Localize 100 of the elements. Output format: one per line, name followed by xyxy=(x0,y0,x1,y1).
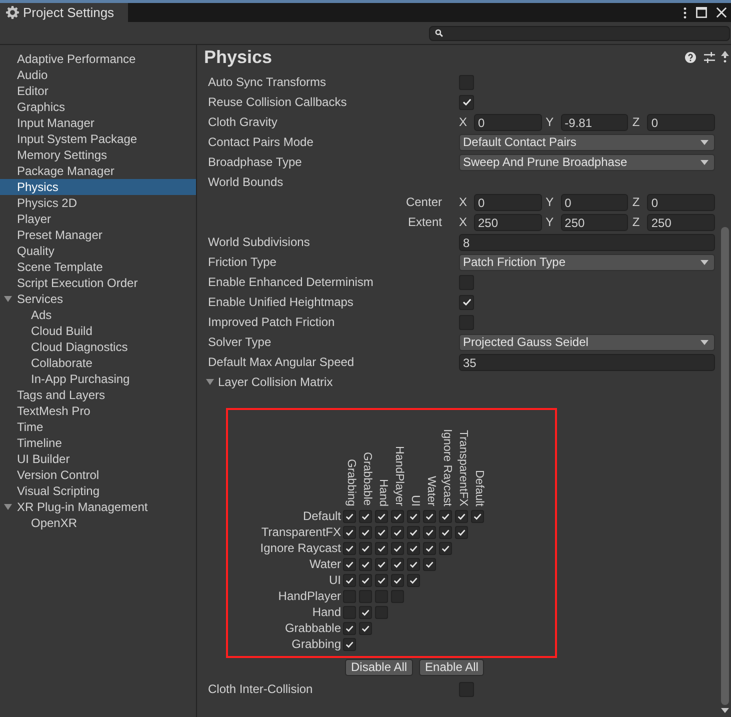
sidebar-item[interactable]: Player xyxy=(0,211,196,227)
sidebar-item[interactable]: Quality xyxy=(0,243,196,259)
expand-arrow-icon[interactable] xyxy=(4,503,12,511)
sidebar-item[interactable]: Script Execution Order xyxy=(0,275,196,291)
matrix-button[interactable]: Enable All xyxy=(419,659,484,676)
checkbox[interactable] xyxy=(391,574,404,586)
checkbox[interactable] xyxy=(391,526,404,538)
checkbox[interactable] xyxy=(343,638,356,650)
checkbox[interactable] xyxy=(343,542,356,554)
checkbox[interactable] xyxy=(423,526,436,538)
number-field[interactable]: 35 xyxy=(459,354,715,370)
sidebar-item[interactable]: Preset Manager xyxy=(0,227,196,243)
checkbox[interactable] xyxy=(455,510,468,522)
dropdown[interactable]: Default Contact Pairs xyxy=(459,134,715,150)
sidebar-item[interactable]: Ads xyxy=(0,307,196,323)
sidebar-item[interactable]: Graphics xyxy=(0,99,196,115)
sidebar-item[interactable]: Services xyxy=(0,291,196,307)
number-field[interactable]: 250 xyxy=(560,214,628,230)
expand-arrow-icon[interactable] xyxy=(4,295,12,303)
checkbox[interactable] xyxy=(375,558,388,570)
checkbox[interactable] xyxy=(455,526,468,538)
sidebar-item[interactable]: Editor xyxy=(0,83,196,99)
checkbox[interactable] xyxy=(359,542,372,554)
checkbox[interactable] xyxy=(359,510,372,522)
checkbox[interactable] xyxy=(359,574,372,586)
window-tab[interactable]: Project Settings xyxy=(0,3,128,22)
number-field[interactable]: 0 xyxy=(560,194,628,210)
checkbox[interactable] xyxy=(407,526,420,538)
sidebar-item[interactable]: UI Builder xyxy=(0,451,196,467)
maximize-icon[interactable] xyxy=(696,7,707,18)
scroll-down-icon[interactable] xyxy=(720,708,728,713)
sidebar-item[interactable]: Cloud Build xyxy=(0,323,196,339)
sidebar-item[interactable]: Memory Settings xyxy=(0,147,196,163)
sidebar-item[interactable]: Input Manager xyxy=(0,115,196,131)
sidebar-item[interactable]: Audio xyxy=(0,67,196,83)
checkbox[interactable] xyxy=(343,574,356,586)
help-icon[interactable] xyxy=(685,52,696,62)
number-field[interactable]: 0 xyxy=(647,194,716,210)
sidebar-item[interactable]: Tags and Layers xyxy=(0,387,196,403)
checkbox[interactable] xyxy=(423,542,436,554)
sidebar-item[interactable]: XR Plug-in Management xyxy=(0,499,196,515)
checkbox[interactable] xyxy=(407,574,420,586)
dropdown[interactable]: Sweep And Prune Broadphase xyxy=(459,154,715,170)
checkbox[interactable] xyxy=(407,558,420,570)
matrix-button[interactable]: Disable All xyxy=(345,659,414,676)
checkbox[interactable] xyxy=(375,574,388,586)
checkbox[interactable] xyxy=(359,526,372,538)
checkbox[interactable] xyxy=(407,510,420,522)
checkbox[interactable] xyxy=(439,542,452,554)
scroll-up-icon[interactable] xyxy=(720,51,728,56)
checkbox[interactable] xyxy=(343,622,356,634)
sidebar-item[interactable]: Timeline xyxy=(0,435,196,451)
sidebar-item[interactable]: Package Manager xyxy=(0,163,196,179)
sidebar-item[interactable]: OpenXR xyxy=(0,515,196,531)
checkbox[interactable] xyxy=(343,510,356,522)
number-field[interactable]: 0 xyxy=(474,194,542,210)
checkbox[interactable] xyxy=(391,542,404,554)
sidebar-item[interactable]: Collaborate xyxy=(0,355,196,371)
expand-arrow-icon[interactable] xyxy=(206,378,214,386)
sidebar-item[interactable]: Scene Template xyxy=(0,259,196,275)
checkbox[interactable] xyxy=(375,526,388,538)
number-field[interactable]: 250 xyxy=(474,214,542,230)
checkbox[interactable] xyxy=(407,542,420,554)
more-icon[interactable] xyxy=(683,6,687,18)
search-field[interactable] xyxy=(429,26,730,40)
checkbox[interactable] xyxy=(391,510,404,522)
checkbox[interactable] xyxy=(471,510,484,522)
sliders-icon[interactable] xyxy=(704,52,715,62)
sidebar-item[interactable]: Physics 2D xyxy=(0,195,196,211)
checkbox[interactable] xyxy=(423,558,436,570)
dropdown[interactable]: Patch Friction Type xyxy=(459,254,715,270)
sidebar-item[interactable]: Physics xyxy=(0,179,196,195)
sidebar-item[interactable]: Version Control xyxy=(0,467,196,483)
checkbox[interactable] xyxy=(343,526,356,538)
checkbox[interactable] xyxy=(459,94,474,110)
sidebar-item[interactable]: Time xyxy=(0,419,196,435)
checkbox[interactable] xyxy=(459,294,474,310)
sidebar-item[interactable]: In-App Purchasing xyxy=(0,371,196,387)
checkbox[interactable] xyxy=(359,606,372,618)
number-field[interactable]: 250 xyxy=(647,214,716,230)
number-field[interactable]: 0 xyxy=(647,114,716,130)
sidebar-item[interactable]: Input System Package xyxy=(0,131,196,147)
checkbox[interactable] xyxy=(343,558,356,570)
sidebar-item[interactable]: Visual Scripting xyxy=(0,483,196,499)
number-field[interactable]: -9.81 xyxy=(560,114,628,130)
checkbox[interactable] xyxy=(391,558,404,570)
checkbox[interactable] xyxy=(359,558,372,570)
checkbox[interactable] xyxy=(375,542,388,554)
checkbox[interactable] xyxy=(375,510,388,522)
checkbox[interactable] xyxy=(359,622,372,634)
checkbox[interactable] xyxy=(423,510,436,522)
number-field[interactable]: 8 xyxy=(459,234,715,250)
checkbox[interactable] xyxy=(439,526,452,538)
close-icon[interactable] xyxy=(716,7,727,18)
sidebar-item[interactable]: TextMesh Pro xyxy=(0,403,196,419)
sidebar-item[interactable]: Cloud Diagnostics xyxy=(0,339,196,355)
dropdown[interactable]: Projected Gauss Seidel xyxy=(459,334,715,350)
checkbox[interactable] xyxy=(439,510,452,522)
sidebar-item[interactable]: Adaptive Performance xyxy=(0,51,196,67)
number-field[interactable]: 0 xyxy=(474,114,542,130)
